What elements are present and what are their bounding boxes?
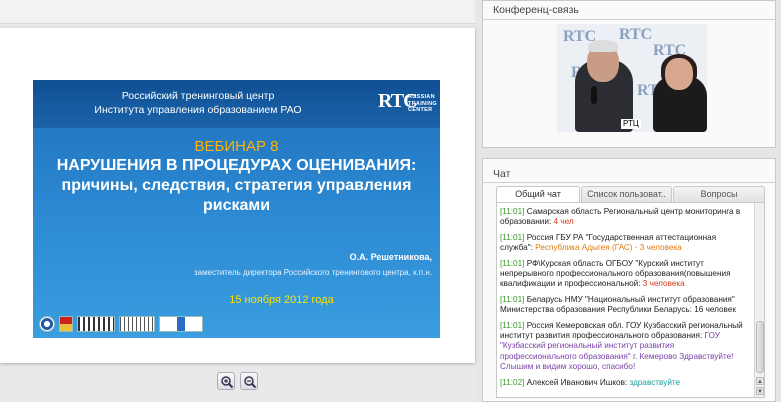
slide-frame: Российский тренинговый центр Института у… xyxy=(0,28,475,363)
slide-title-line2: причины, следствия, стратегия управления xyxy=(61,177,412,194)
divider xyxy=(483,19,775,20)
message-highlight: 4 чел xyxy=(553,217,574,227)
message-text: РФ\Курская область ОГБОУ "Курский инстит… xyxy=(500,258,731,289)
chat-message: [11:01] Россия Кемеровская обл. ГОУ Кузб… xyxy=(500,321,750,373)
chat-panel: Чат Общий чат Список пользоват.. Вопросы… xyxy=(482,158,776,402)
rtc-logo-text: RUSSIAN TRAINING CENTER xyxy=(408,94,437,114)
slide-author-position: заместитель директора Российского тренин… xyxy=(194,268,432,277)
zoom-out-button[interactable] xyxy=(240,372,258,390)
conference-title: Конференц-связь xyxy=(493,4,579,16)
conference-panel: Конференц-связь RTC RTC RTC RTC RTC РТЦ xyxy=(482,0,776,148)
partner-logo xyxy=(159,316,203,332)
slide-date: 15 ноября 2012 года xyxy=(229,294,334,306)
scroll-down-icon[interactable]: ▼ xyxy=(756,387,764,395)
tab-questions[interactable]: Вопросы xyxy=(673,186,765,202)
slide: Российский тренинговый центр Института у… xyxy=(33,80,440,338)
microphone-icon xyxy=(591,86,597,104)
video-label: РТЦ xyxy=(621,119,641,129)
presentation-area: Российский тренинговый центр Института у… xyxy=(0,0,475,402)
crest-logo xyxy=(59,316,73,332)
message-timestamp: [11:01] xyxy=(500,258,525,268)
message-list: [11:01] Самарская область Региональный ц… xyxy=(500,207,750,393)
slide-author: О.А. Решетникова, xyxy=(349,252,432,262)
partner-logo xyxy=(119,316,155,332)
slide-title: НАРУШЕНИЯ В ПРОЦЕДУРАХ ОЦЕНИВАНИЯ: причи… xyxy=(41,156,432,216)
rtc-logo-line1: RUSSIAN xyxy=(408,94,435,100)
chat-messages[interactable]: [11:01] Самарская область Региональный ц… xyxy=(496,202,765,398)
scroll-up-icon[interactable]: ▲ xyxy=(756,377,764,385)
zoom-controls xyxy=(0,370,475,396)
backdrop-logo: RTC xyxy=(619,26,653,43)
webinar-window: Российский тренинговый центр Института у… xyxy=(0,0,781,402)
scrollbar-thumb[interactable] xyxy=(756,321,764,373)
video-feed[interactable]: RTC RTC RTC RTC RTC РТЦ xyxy=(557,24,707,132)
chat-message: [11:01] Беларусь НМУ "Национальный инсти… xyxy=(500,295,750,316)
slide-org-line2: Института управления образованием РАО xyxy=(94,104,302,116)
message-text: Беларусь НМУ "Национальный институт обра… xyxy=(500,294,736,315)
message-timestamp: [11:01] xyxy=(500,294,525,304)
tab-general-chat[interactable]: Общий чат xyxy=(496,186,580,202)
message-highlight: Республика Адыгея (ГАС) - 3 человека xyxy=(535,243,682,253)
message-timestamp: [11:01] xyxy=(500,207,525,216)
chat-title: Чат xyxy=(493,168,511,180)
slide-org-line1: Российский тренинговый центр xyxy=(121,90,275,102)
tab-user-list[interactable]: Список пользоват.. xyxy=(581,186,672,202)
side-panels: Конференц-связь RTC RTC RTC RTC RTC РТЦ … xyxy=(482,0,781,402)
message-timestamp: [11:01] xyxy=(500,320,525,330)
message-highlight: 3 человека xyxy=(642,279,685,289)
message-timestamp: [11:02] xyxy=(500,377,525,387)
divider xyxy=(483,182,775,183)
message-text: Алексей Иванович Ишков: xyxy=(524,377,630,387)
partner-logos xyxy=(39,316,203,332)
chat-message: [11:01] Самарская область Региональный ц… xyxy=(500,207,750,228)
zoom-in-button[interactable] xyxy=(217,372,235,390)
stage-toolbar xyxy=(0,0,475,24)
slide-title-line3: рисками xyxy=(202,197,271,214)
slide-organization: Российский тренинговый центр Института у… xyxy=(33,89,363,117)
chat-message: [11:02] Алексей Иванович Ишков: здравств… xyxy=(500,378,750,388)
slide-webinar-number: ВЕБИНАР 8 xyxy=(194,138,279,155)
slide-header: Российский тренинговый центр Института у… xyxy=(33,80,440,128)
message-text: Самарская область Региональный центр мон… xyxy=(500,207,741,227)
rtc-logo: RTC RUSSIAN TRAINING CENTER xyxy=(378,90,437,118)
message-highlight: здравствуйте xyxy=(629,377,681,387)
rtc-logo-line3: CENTER xyxy=(408,107,433,113)
chat-message: [11:01] РФ\Курская область ОГБОУ "Курски… xyxy=(500,259,750,290)
chat-scrollbar[interactable]: ▲ ▼ xyxy=(754,203,764,397)
slide-title-line1: НАРУШЕНИЯ В ПРОЦЕДУРАХ ОЦЕНИВАНИЯ: xyxy=(56,157,417,174)
copresenter-head xyxy=(665,58,693,90)
zoom-in-icon xyxy=(221,376,234,389)
message-timestamp: [11:01] xyxy=(500,232,525,242)
chat-message: [11:01] Россия ГБУ РА "Государственная а… xyxy=(500,233,750,254)
presenter-hair xyxy=(588,40,618,52)
chat-tabs: Общий чат Список пользоват.. Вопросы xyxy=(496,186,766,202)
partner-logo xyxy=(77,316,115,332)
globe-logo xyxy=(39,316,55,332)
rtc-logo-line2: TRAINING xyxy=(408,100,437,107)
zoom-out-icon xyxy=(244,376,257,389)
